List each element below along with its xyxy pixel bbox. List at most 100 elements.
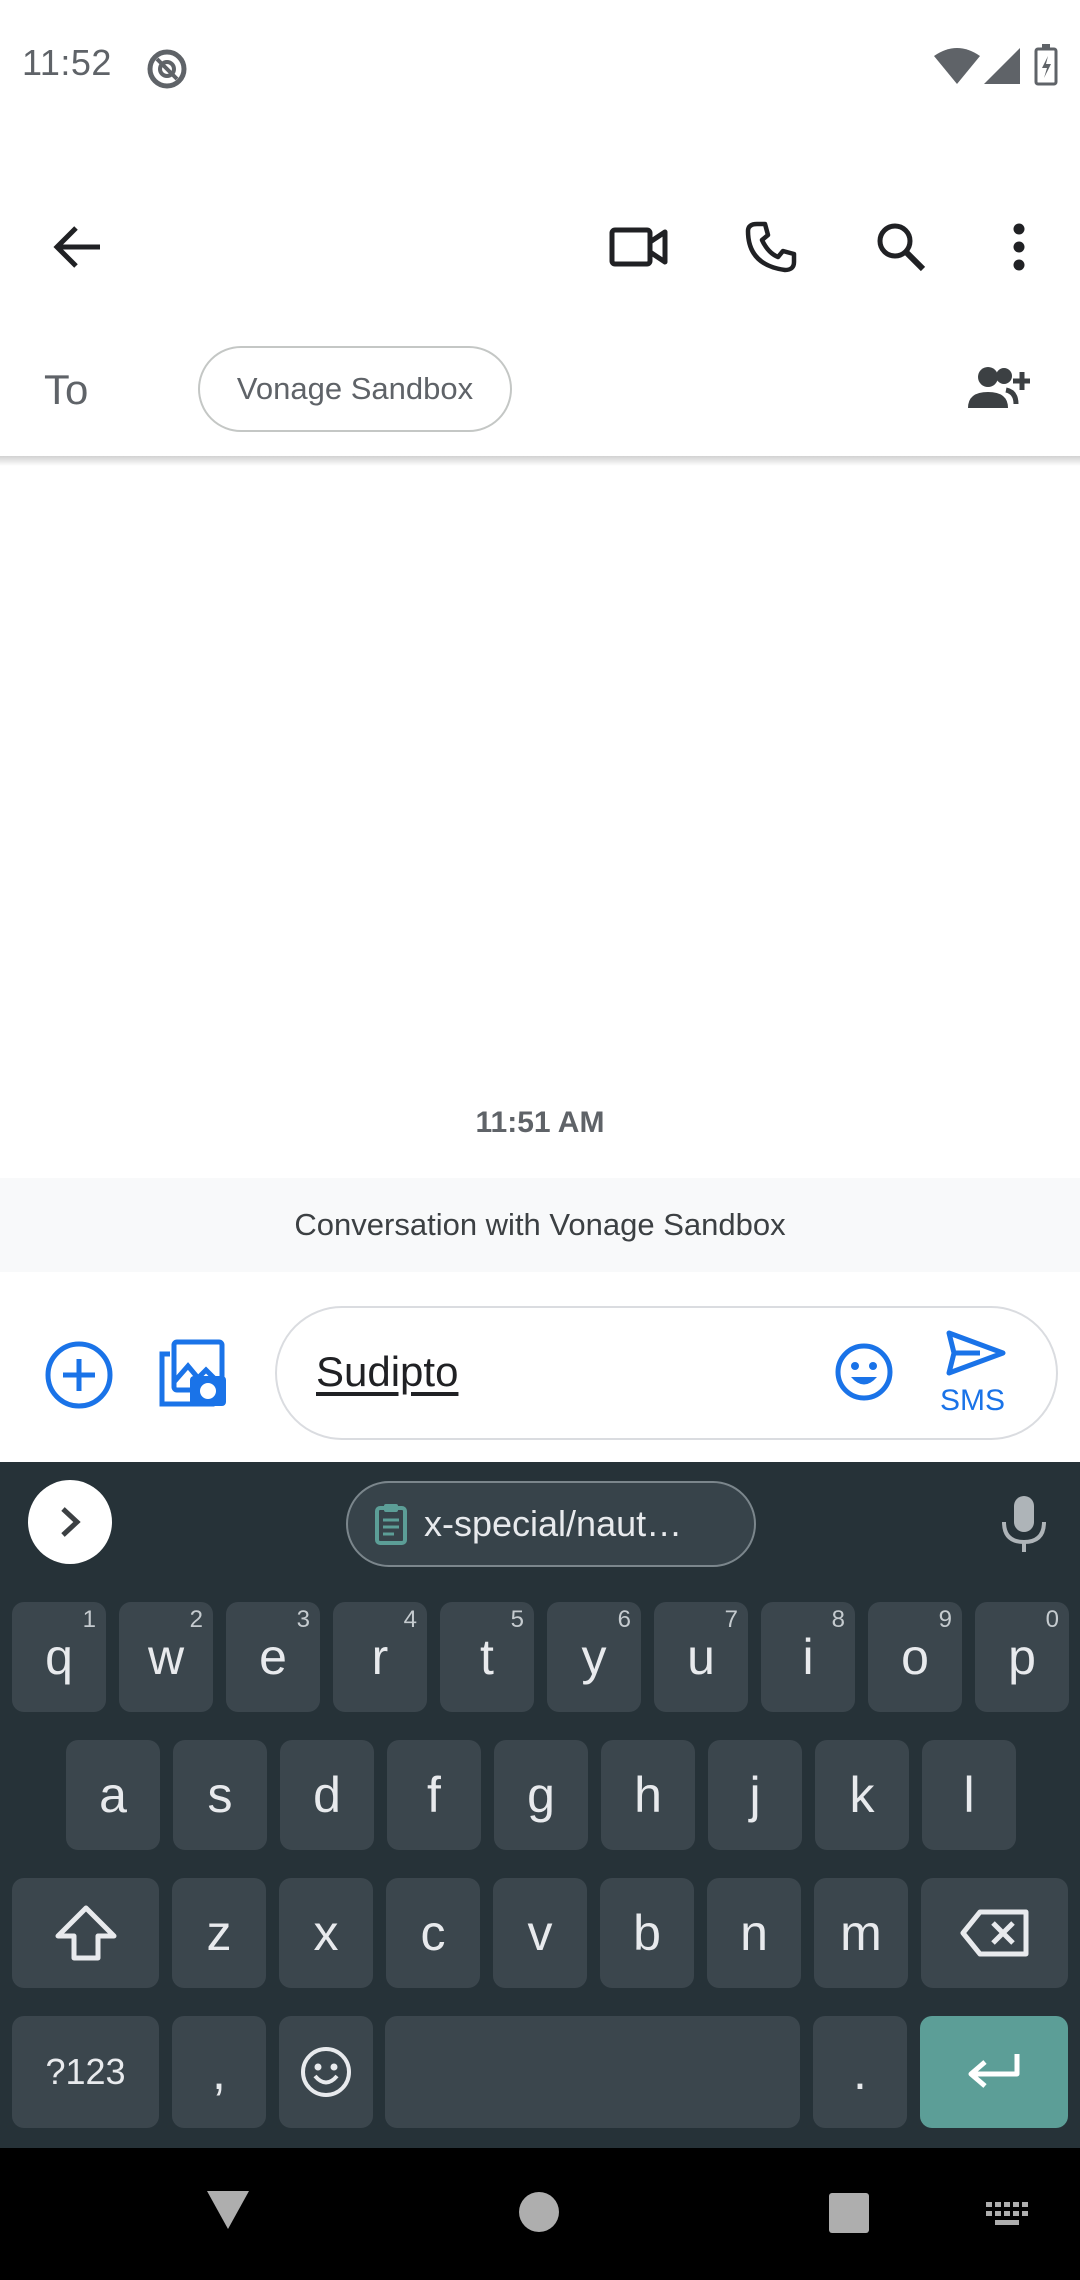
key-label: n — [740, 1905, 768, 1961]
key-label: j — [749, 1767, 761, 1823]
key-p[interactable]: p0 — [975, 1602, 1069, 1712]
clipboard-suggestion-chip[interactable]: x-special/naut… — [346, 1481, 756, 1567]
key-n[interactable]: n — [707, 1878, 801, 1988]
microphone-icon — [998, 1494, 1050, 1554]
clipboard-icon — [374, 1502, 408, 1546]
key-label: i — [802, 1629, 814, 1685]
gallery-camera-button[interactable] — [158, 1338, 230, 1410]
key-s[interactable]: s — [173, 1740, 267, 1850]
recents-nav-button[interactable] — [828, 2192, 870, 2234]
home-nav-button[interactable] — [517, 2190, 561, 2234]
key-b[interactable]: b — [600, 1878, 694, 1988]
key-label: o — [901, 1629, 929, 1685]
add-circle-icon — [44, 1340, 114, 1410]
circle-icon — [517, 2190, 561, 2234]
key-o[interactable]: o9 — [868, 1602, 962, 1712]
key-hint: 5 — [510, 1606, 524, 1633]
emoji-button[interactable] — [834, 1342, 894, 1402]
key-label: z — [206, 1905, 232, 1961]
back-nav-button[interactable] — [204, 2188, 252, 2232]
more-vert-icon — [1012, 223, 1026, 271]
square-icon — [828, 2192, 870, 2234]
key-label: t — [480, 1629, 494, 1685]
do-not-disturb-icon — [146, 48, 188, 90]
key-d[interactable]: d — [280, 1740, 374, 1850]
key-hint: 0 — [1045, 1606, 1059, 1633]
keyboard-switch-button[interactable] — [984, 2200, 1030, 2228]
message-input-text[interactable]: Sudipto — [316, 1348, 458, 1396]
key-hint: 8 — [831, 1606, 845, 1633]
backspace-icon — [960, 1908, 1030, 1958]
space-key[interactable] — [385, 2016, 800, 2128]
key-y[interactable]: y6 — [547, 1602, 641, 1712]
key-z[interactable]: z — [172, 1878, 266, 1988]
status-time: 11:52 — [22, 42, 112, 83]
message-timestamp: 11:51 AM — [475, 1106, 605, 1139]
triangle-down-icon — [204, 2188, 252, 2232]
key-m[interactable]: m — [814, 1878, 908, 1988]
emoji-icon — [299, 2045, 353, 2099]
search-button[interactable] — [856, 202, 946, 292]
key-label: b — [633, 1905, 661, 1961]
key-e[interactable]: e3 — [226, 1602, 320, 1712]
keyboard-icon — [984, 2200, 1030, 2228]
key-label: q — [45, 1629, 73, 1685]
add-people-button[interactable] — [966, 364, 1030, 412]
key-c[interactable]: c — [386, 1878, 480, 1988]
expand-suggestions-button[interactable] — [28, 1480, 112, 1564]
key-hint: 3 — [296, 1606, 310, 1633]
key-t[interactable]: t5 — [440, 1602, 534, 1712]
key-hint: 4 — [403, 1606, 417, 1633]
signal-icon — [984, 48, 1020, 84]
key-label: l — [963, 1767, 975, 1823]
more-options-button[interactable] — [974, 202, 1064, 292]
key-g[interactable]: g — [494, 1740, 588, 1850]
to-label: To — [44, 366, 89, 413]
key-q[interactable]: q1 — [12, 1602, 106, 1712]
key-l[interactable]: l — [922, 1740, 1016, 1850]
symbols-key[interactable]: ?123 — [12, 2016, 159, 2128]
key-j[interactable]: j — [708, 1740, 802, 1850]
send-mode-label: SMS — [940, 1384, 1006, 1417]
recipient-chip[interactable]: Vonage Sandbox — [198, 346, 512, 432]
phone-call-button[interactable] — [726, 202, 816, 292]
period-key[interactable]: . — [813, 2016, 907, 2128]
key-hint: 1 — [82, 1606, 96, 1633]
key-k[interactable]: k — [815, 1740, 909, 1850]
shift-icon — [54, 1904, 118, 1962]
key-a[interactable]: a — [66, 1740, 160, 1850]
key-label: f — [427, 1767, 441, 1823]
chevron-right-icon — [58, 1505, 82, 1539]
key-u[interactable]: u7 — [654, 1602, 748, 1712]
voice-input-button[interactable] — [998, 1494, 1050, 1554]
search-icon — [876, 222, 926, 272]
key-label: a — [99, 1767, 127, 1823]
gallery-camera-icon — [158, 1338, 230, 1410]
emoji-key[interactable] — [279, 2016, 373, 2128]
key-label: r — [371, 1629, 389, 1685]
back-button[interactable] — [32, 202, 122, 292]
key-label: g — [527, 1767, 555, 1823]
key-hint: 2 — [189, 1606, 203, 1633]
enter-key[interactable] — [920, 2016, 1068, 2128]
key-r[interactable]: r4 — [333, 1602, 427, 1712]
backspace-key[interactable] — [921, 1878, 1068, 1988]
key-h[interactable]: h — [601, 1740, 695, 1850]
key-i[interactable]: i8 — [761, 1602, 855, 1712]
add-attachment-button[interactable] — [44, 1340, 114, 1410]
key-label: x — [313, 1905, 339, 1961]
key-w[interactable]: w2 — [119, 1602, 213, 1712]
key-x[interactable]: x — [279, 1878, 373, 1988]
key-label: e — [259, 1629, 287, 1685]
video-call-button[interactable] — [594, 202, 684, 292]
key-f[interactable]: f — [387, 1740, 481, 1850]
key-label: p — [1008, 1629, 1036, 1685]
key-v[interactable]: v — [493, 1878, 587, 1988]
key-hint: 7 — [724, 1606, 738, 1633]
battery-charging-icon — [1034, 44, 1058, 86]
comma-key[interactable]: , — [172, 2016, 266, 2128]
video-call-icon — [609, 226, 669, 268]
send-icon — [946, 1330, 1006, 1376]
header-divider — [0, 456, 1080, 466]
shift-key[interactable] — [12, 1878, 159, 1988]
